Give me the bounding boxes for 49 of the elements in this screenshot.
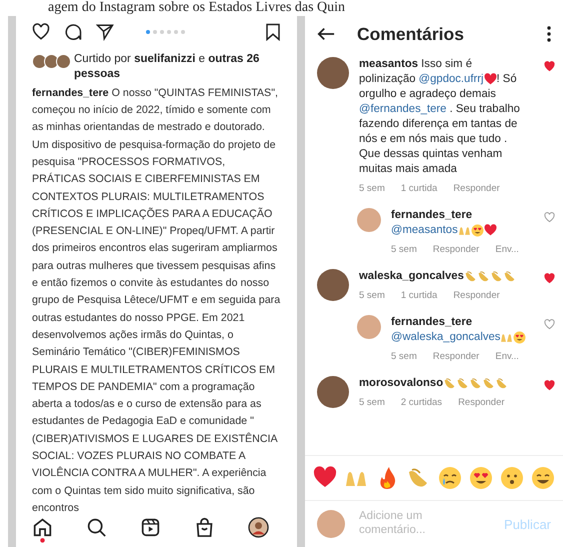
like-heart-icon[interactable] [544, 61, 555, 72]
avatar-placeholder [32, 54, 47, 69]
reply-link[interactable]: Responder [453, 290, 500, 301]
reply-link[interactable]: Responder [432, 244, 480, 255]
bookmark-icon[interactable] [265, 22, 281, 41]
comment-time: 5 sem [391, 244, 417, 255]
comment-time: 5 sem [391, 351, 417, 362]
like-count: 1 curtida [400, 183, 438, 194]
heart-emoji-icon [313, 466, 337, 490]
home-icon[interactable] [32, 517, 53, 544]
comment-time: 5 sem [359, 397, 385, 408]
like-count: 2 curtidas [400, 397, 442, 408]
likes-summary: Curtido por suelifanizzi e outras 26 pessoas [74, 52, 260, 82]
comment-text: fernandes_tere @waleska_goncalves [391, 315, 534, 345]
heart-emoji-icon [484, 72, 497, 86]
document-caption: agem do Instagram sobre os Estados Livres das Quin [47, 0, 346, 16]
comment-time: 5 sem [359, 290, 385, 301]
back-arrow-icon[interactable] [317, 26, 335, 42]
send-icon[interactable] [96, 22, 114, 41]
reply-link[interactable]: Responder [453, 183, 500, 194]
like-heart-icon[interactable] [544, 319, 555, 330]
send-link[interactable]: Env... [495, 244, 519, 255]
avatar-placeholder [56, 54, 71, 69]
comment-text: waleska_goncalves [359, 269, 531, 284]
heart-eyes-emoji-icon [468, 466, 493, 490]
surprised-emoji-icon [500, 466, 524, 490]
heart-eyes-emoji-icon [513, 330, 526, 344]
comment-icon[interactable] [64, 22, 82, 41]
reply-link[interactable]: Responder [432, 351, 480, 362]
laughing-emoji-icon [530, 466, 555, 490]
post-caption: fernandes_tere O nosso "QUINTAS FEMINISTAS", começou no início de 2022, tímido e somente com as minhas orientandas de mestrado e doutorado. Um dispositivo de pesquisa-formação do projeto de pesquisa "PROCESSOS FORMATIVOS, PRÁTICAS SOCIAIS E CIBERFEMINISTAS EM CONTEXTOS PLURAIS: MULTILETRAMENTOS CRÍTICOS E IMPLICAÇÕES PARA A EDUCAÇÃO (PRESENCIAL E ON-LINE)" Propeq/UFMT. A partir dos primeiros encontros elas sugeriram ampliarmos para outras mulheres que tivessem pesquisas afins e então fizemos o convite às estudantes do nosso grupo de Pesquisa Lêtece/UFMT e em seguida para outras estudantes do nosso PPGE. Em 2021 desenvolvemos ações irmãs do Quintas, o Seminário Temático "(CIBER)FEMINISMOS PLURAIS E MULTILETRAMENTOS CRÍTICOS EM TEMPOS DE PANDEMIA" com a programação aberta a todos/as e o curso de extensão para as estudantes de Pedagogia EaD e comunidade "(CIBER)ATIVISMOS E LUGARES DE EXISTÊNCIA SOCIAL: VOZES PLURAIS NO COMBATE A VIOLÊNCIA CONTRA A MULHER". A experiência com o Quintas tem sido muito significativa, são encontros [32, 86, 281, 516]
comment-text: morosovalonso [359, 376, 531, 391]
send-link[interactable]: Env... [495, 351, 519, 362]
like-count: 1 curtida [400, 290, 438, 301]
like-heart-icon[interactable] [544, 380, 555, 391]
comment-text: fernandes_tere @measantos [391, 208, 534, 238]
avatar-placeholder [44, 54, 59, 69]
like-heart-icon[interactable] [544, 273, 555, 284]
comment-text: measantos Isso sim é polinização @gpdoc.ufrrj ! Só orgulho e agradeço demais @fernandes_tere . Seu trabalho fazendo diferença em tantas de nós e em nós mais que tudo . Que dessas quintas venham muitas mais amada [359, 57, 521, 177]
like-heart-icon[interactable] [544, 212, 555, 223]
heart-emoji-icon [484, 224, 497, 237]
avatar-placeholder [317, 510, 345, 538]
crying-emoji-icon [438, 466, 462, 490]
screen-title: Comentários [357, 24, 465, 44]
heart-icon[interactable] [32, 22, 50, 41]
reply-link[interactable]: Responder [458, 397, 505, 408]
more-options-icon[interactable] [547, 26, 551, 42]
heart-eyes-emoji-icon [470, 224, 484, 237]
comment-time: 5 sem [359, 183, 385, 194]
